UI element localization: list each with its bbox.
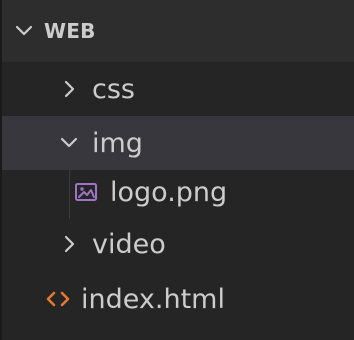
chevron-down-icon xyxy=(12,19,36,43)
file-label-index-html: index.html xyxy=(81,283,225,315)
workspace-header-web[interactable]: WEB xyxy=(2,0,354,62)
folder-label-css: css xyxy=(92,73,135,105)
folder-label-video: video xyxy=(92,228,166,260)
folder-label-img: img xyxy=(92,127,143,159)
folder-css[interactable]: css xyxy=(2,62,354,116)
file-index-html[interactable]: index.html xyxy=(2,272,354,326)
chevron-down-icon xyxy=(57,131,81,155)
chevron-right-icon xyxy=(57,77,81,101)
chevron-right-icon xyxy=(57,232,81,256)
folder-video[interactable]: video xyxy=(2,217,354,271)
file-logo-png[interactable]: logo.png xyxy=(2,165,354,219)
file-label-logo-png: logo.png xyxy=(110,176,228,208)
html-file-icon xyxy=(44,285,72,313)
workspace-title: WEB xyxy=(44,19,96,43)
image-file-icon xyxy=(72,178,100,206)
folder-img[interactable]: img xyxy=(2,116,354,170)
file-explorer: WEB css img logo.png video index.html xyxy=(0,0,354,340)
